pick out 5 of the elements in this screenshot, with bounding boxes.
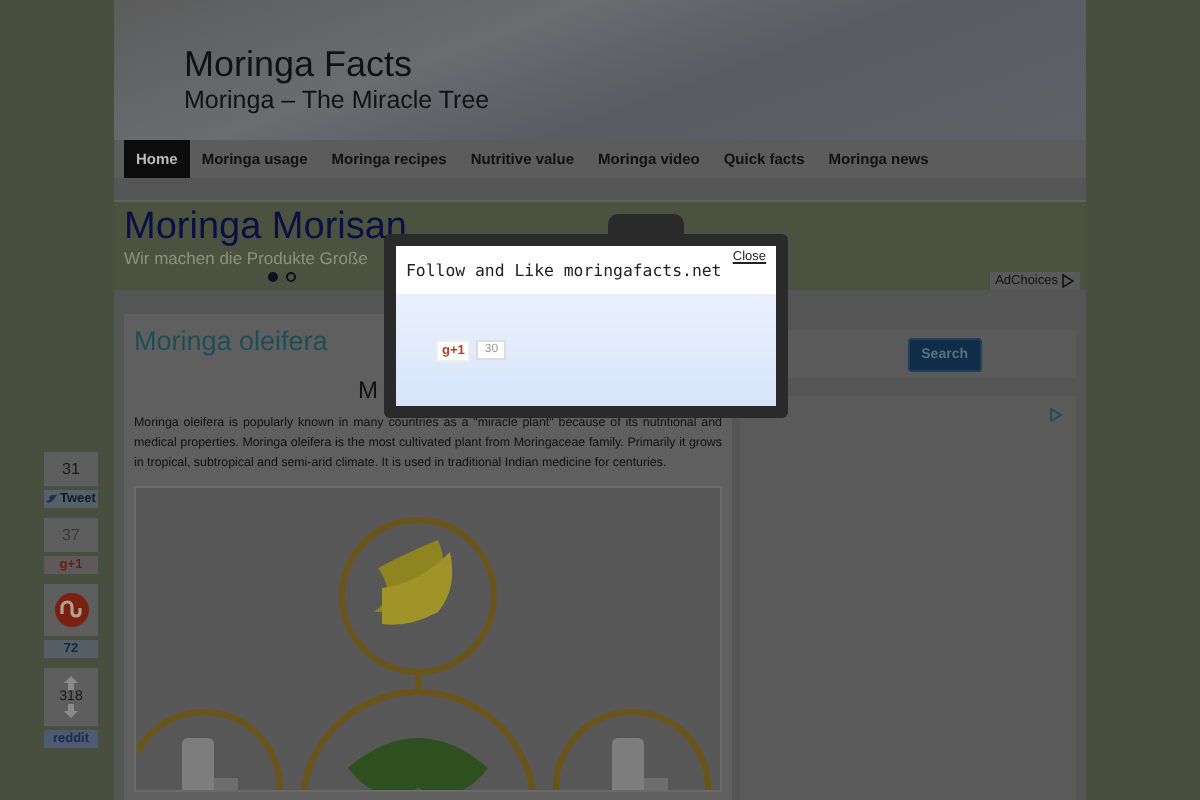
- dialog-title: Follow and Like moringafacts.net: [406, 260, 722, 280]
- post-heading: M: [358, 376, 378, 404]
- share-count: 31: [44, 452, 98, 486]
- ad-subtitle: Wir machen die Produkte Große: [124, 248, 368, 268]
- site-tagline: Moringa – The Miracle Tree: [184, 86, 490, 114]
